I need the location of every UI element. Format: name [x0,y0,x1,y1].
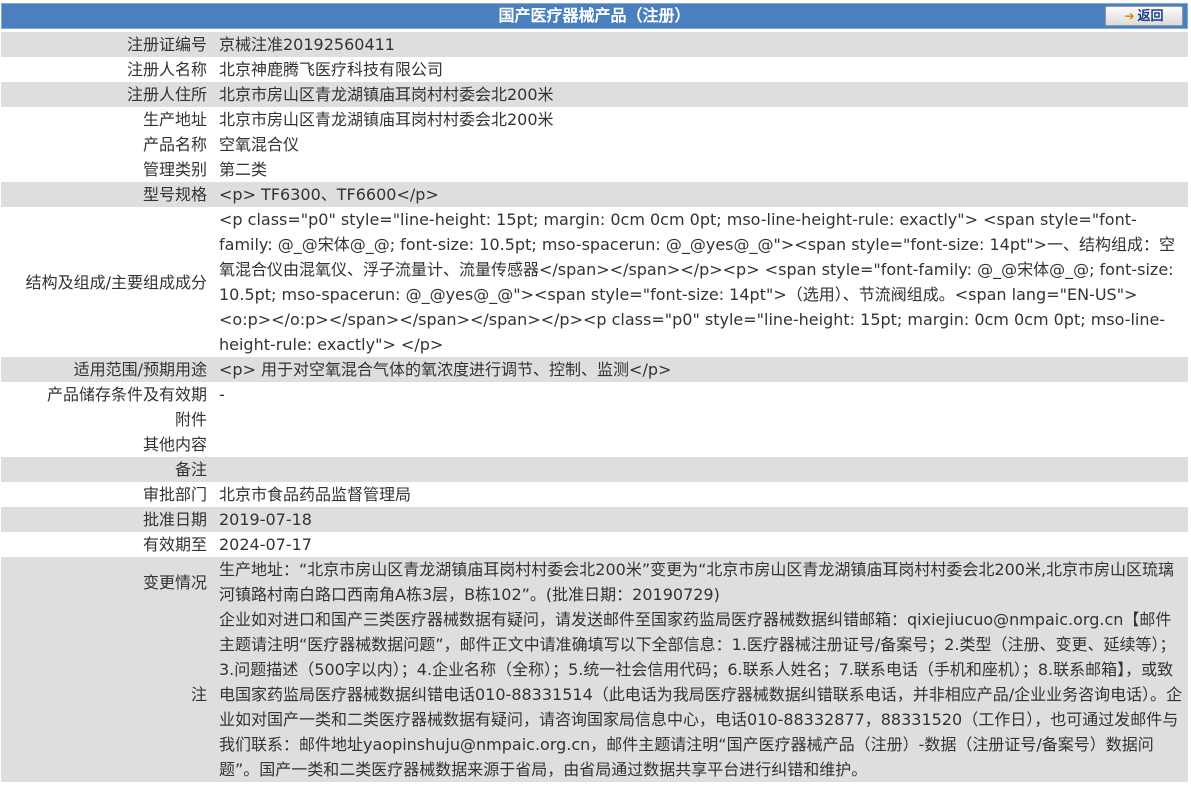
row-registrant-address: 注册人住所 北京市房山区青龙湖镇庙耳岗村村委会北200米 [1,82,1188,107]
other-label: 其他内容 [1,432,211,457]
registrant-address-label: 注册人住所 [1,82,211,107]
detail-table: 注册证编号 京械注准20192560411 注册人名称 北京神鹿腾飞医疗科技有限… [1,32,1188,782]
row-structure: 结构及组成/主要组成成分 <p class="p0" style="line-h… [1,207,1188,357]
row-management-class: 管理类别 第二类 [1,157,1188,182]
reg-no-value: 京械注准20192560411 [211,32,1188,57]
attachment-label: 附件 [1,407,211,432]
valid-until-label: 有效期至 [1,532,211,557]
registrant-name-label: 注册人名称 [1,57,211,82]
row-approval-dept: 审批部门 北京市食品药品监督管理局 [1,482,1188,507]
row-model-spec: 型号规格 <p> TF6300、TF6600</p> [1,182,1188,207]
other-value [211,432,1188,457]
management-class-value: 第二类 [211,157,1188,182]
structure-value: <p class="p0" style="line-height: 15pt; … [211,207,1188,357]
row-approval-date: 批准日期 2019-07-18 [1,507,1188,532]
model-spec-value: <p> TF6300、TF6600</p> [211,182,1188,207]
row-note: 注 企业如对进口和国产三类医疗器械数据有疑问，请发送邮件至国家药监局医疗器械数据… [1,607,1188,782]
note-value: 企业如对进口和国产三类医疗器械数据有疑问，请发送邮件至国家药监局医疗器械数据纠错… [211,607,1188,782]
product-name-label: 产品名称 [1,132,211,157]
valid-until-value: 2024-07-17 [211,532,1188,557]
back-button-label: 返回 [1137,9,1164,24]
storage-label: 产品储存条件及有效期 [1,382,211,407]
approval-date-label: 批准日期 [1,507,211,532]
approval-dept-label: 审批部门 [1,482,211,507]
registrant-address-value: 北京市房山区青龙湖镇庙耳岗村村委会北200米 [211,82,1188,107]
change-value: 生产地址：“北京市房山区青龙湖镇庙耳岗村村委会北200米”变更为“北京市房山区青… [211,557,1188,607]
structure-label: 结构及组成/主要组成成分 [1,207,211,357]
back-button[interactable]: ➔ 返回 [1105,6,1183,26]
approval-dept-value: 北京市食品药品监督管理局 [211,482,1188,507]
row-valid-until: 有效期至 2024-07-17 [1,532,1188,557]
change-label: 变更情况 [1,557,211,607]
model-spec-label: 型号规格 [1,182,211,207]
row-remark: 备注 [1,457,1188,482]
remark-value [211,457,1188,482]
note-label: 注 [1,607,211,782]
row-attachment: 附件 [1,407,1188,432]
row-registrant-name: 注册人名称 北京神鹿腾飞医疗科技有限公司 [1,57,1188,82]
storage-value: - [211,382,1188,407]
row-scope: 适用范围/预期用途 <p> 用于对空氧混合气体的氧浓度进行调节、控制、监测</p… [1,357,1188,382]
scope-label: 适用范围/预期用途 [1,357,211,382]
row-storage: 产品储存条件及有效期 - [1,382,1188,407]
approval-date-value: 2019-07-18 [211,507,1188,532]
scope-value: <p> 用于对空氧混合气体的氧浓度进行调节、控制、监测</p> [211,357,1188,382]
page: 国产医疗器械产品（注册） ➔ 返回 注册证编号 京械注准20192560411 注… [0,0,1191,810]
management-class-label: 管理类别 [1,157,211,182]
remark-label: 备注 [1,457,211,482]
page-title: 国产医疗器械产品（注册） [498,6,691,25]
product-name-value: 空氧混合仪 [211,132,1188,157]
attachment-value [211,407,1188,432]
production-address-label: 生产地址 [1,107,211,132]
row-change: 变更情况 生产地址：“北京市房山区青龙湖镇庙耳岗村村委会北200米”变更为“北京… [1,557,1188,607]
row-production-address: 生产地址 北京市房山区青龙湖镇庙耳岗村村委会北200米 [1,107,1188,132]
title-bar: 国产医疗器械产品（注册） ➔ 返回 [1,3,1188,29]
registrant-name-value: 北京神鹿腾飞医疗科技有限公司 [211,57,1188,82]
row-product-name: 产品名称 空氧混合仪 [1,132,1188,157]
production-address-value: 北京市房山区青龙湖镇庙耳岗村村委会北200米 [211,107,1188,132]
row-other: 其他内容 [1,432,1188,457]
row-reg-no: 注册证编号 京械注准20192560411 [1,32,1188,57]
reg-no-label: 注册证编号 [1,32,211,57]
arrow-right-icon: ➔ [1124,9,1135,23]
